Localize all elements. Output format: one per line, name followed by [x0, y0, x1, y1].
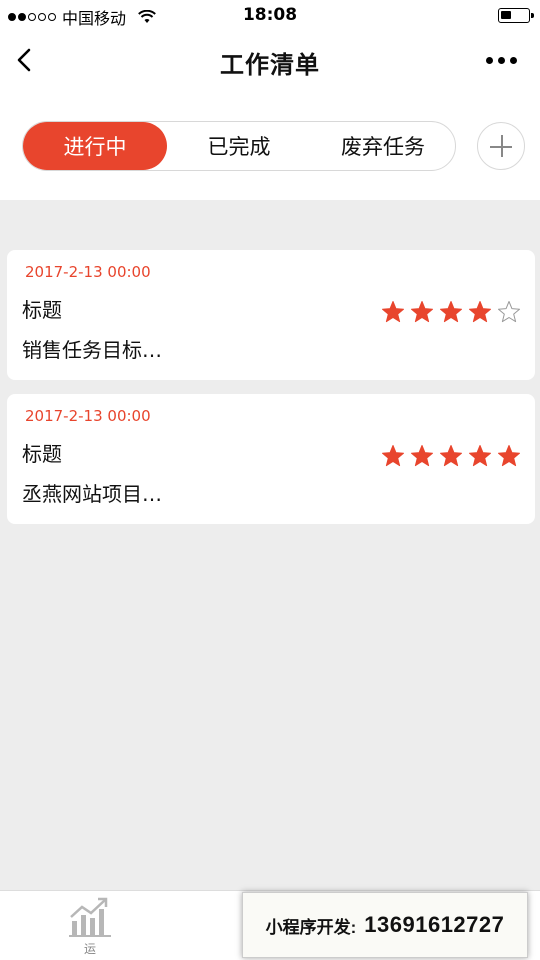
- task-title: 标题: [22, 298, 62, 322]
- star-filled-icon: [440, 301, 462, 323]
- tabs-area: 进行中 已完成 废弃任务: [0, 92, 540, 200]
- chart-growth-icon: [69, 897, 111, 937]
- star-filled-icon: [440, 445, 462, 467]
- task-card[interactable]: 2017-2-13 00:00 标题 丞燕网站项目…: [7, 394, 535, 524]
- task-list: 2017-2-13 00:00 标题 销售任务目标… 2017-2-13 00:…: [7, 250, 535, 538]
- task-description: 销售任务目标…: [22, 338, 162, 362]
- navigation-bar: 工作清单: [0, 30, 540, 92]
- star-filled-icon: [411, 301, 433, 323]
- tab-bar-item-operations[interactable]: 运: [60, 895, 120, 957]
- tab-completed[interactable]: 已完成: [167, 122, 311, 170]
- battery-level: [501, 11, 511, 19]
- tab-bar-label: 运: [83, 942, 96, 956]
- task-date: 2017-2-13 00:00: [25, 407, 151, 425]
- status-segmented-control: 进行中 已完成 废弃任务: [22, 121, 456, 171]
- star-empty-icon: [498, 301, 520, 323]
- star-filled-icon: [469, 301, 491, 323]
- star-rating: [381, 300, 521, 324]
- star-rating: [381, 444, 521, 468]
- task-description: 丞燕网站项目…: [22, 482, 162, 506]
- star-filled-icon: [382, 301, 404, 323]
- page-title: 工作清单: [220, 51, 320, 79]
- star-filled-icon: [382, 445, 404, 467]
- more-dots-icon[interactable]: [486, 50, 522, 70]
- status-bar: 中国移动 18:08: [0, 0, 540, 30]
- add-task-plus-icon[interactable]: [477, 122, 525, 170]
- star-filled-icon: [498, 445, 520, 467]
- status-time: 18:08: [242, 5, 298, 25]
- task-title: 标题: [22, 442, 62, 466]
- promo-label: 小程序开发:: [265, 917, 357, 937]
- promo-phone: 13691612727: [364, 912, 505, 937]
- star-filled-icon: [469, 445, 491, 467]
- star-filled-icon: [411, 445, 433, 467]
- tab-abandoned[interactable]: 废弃任务: [311, 122, 455, 170]
- tab-in-progress[interactable]: 进行中: [23, 122, 167, 170]
- promo-banner: 小程序开发: 13691612727: [242, 892, 528, 958]
- task-card[interactable]: 2017-2-13 00:00 标题 销售任务目标…: [7, 250, 535, 380]
- battery-icon: [498, 8, 534, 23]
- task-date: 2017-2-13 00:00: [25, 263, 151, 281]
